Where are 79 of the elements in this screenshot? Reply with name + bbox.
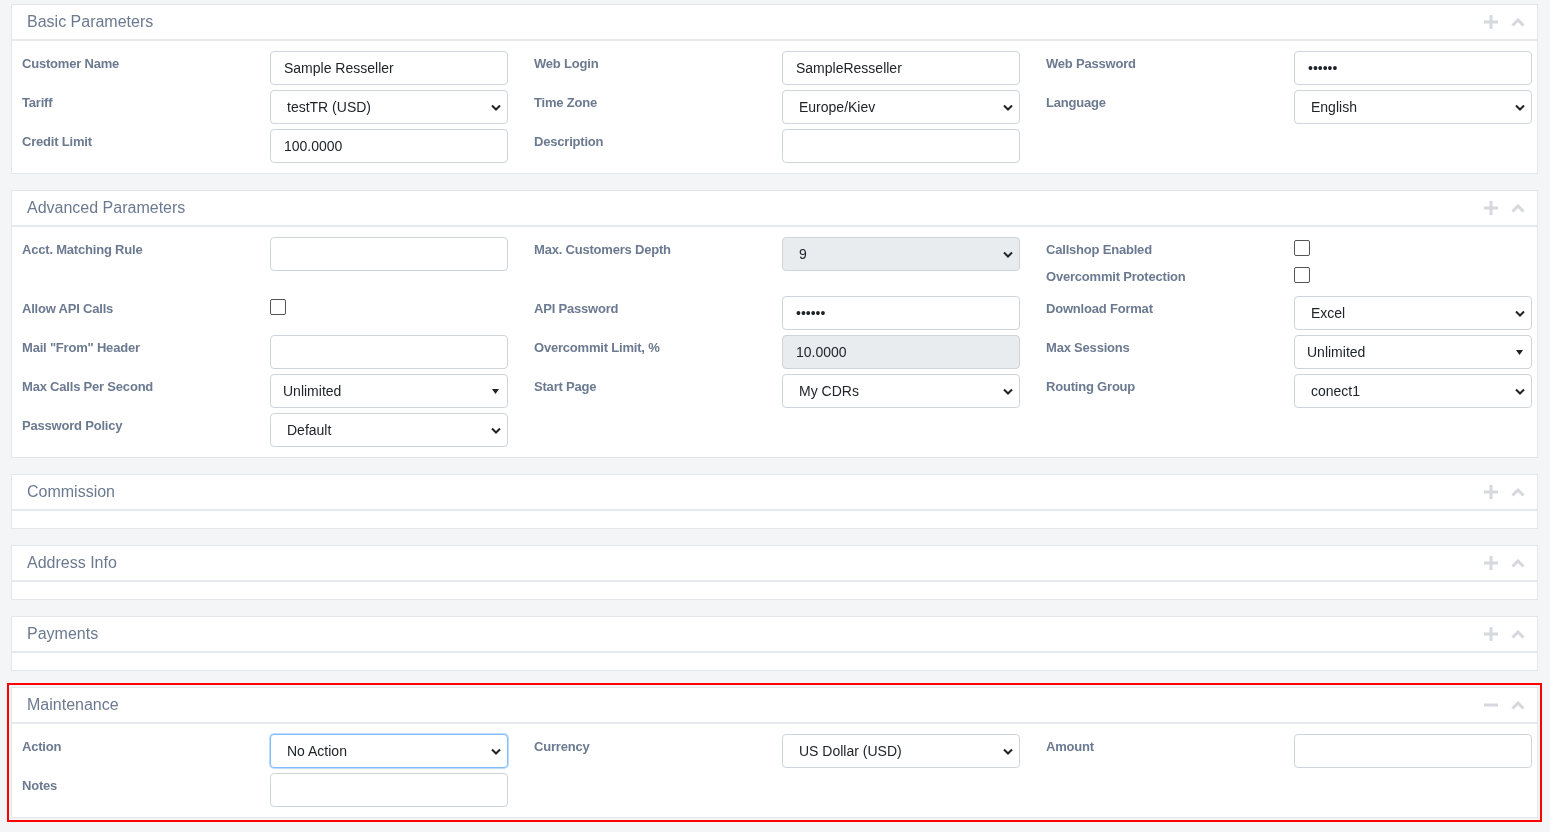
password-field[interactable]: •••••• <box>782 296 1020 330</box>
field-label: Download Format <box>1046 300 1154 318</box>
field-label: Overcommit Protection <box>1046 268 1187 286</box>
field-label: Description <box>534 133 605 151</box>
chevron-down-icon <box>491 426 501 434</box>
field-label: Web Login <box>534 55 600 73</box>
chevron-up-icon[interactable] <box>1511 558 1525 568</box>
field-label: Max. Customers Depth <box>534 241 672 259</box>
dropdown[interactable]: Unlimited <box>270 374 508 408</box>
field-label: Allow API Calls <box>22 300 115 318</box>
dropdown[interactable]: English <box>1294 90 1532 124</box>
plus-icon[interactable] <box>1484 201 1498 215</box>
panel-title: Basic Parameters <box>27 12 154 32</box>
field-label: Max Calls Per Second <box>22 378 155 396</box>
checkbox[interactable] <box>270 299 286 315</box>
chevron-down-icon <box>491 747 501 755</box>
chevron-up-icon[interactable] <box>1511 487 1525 497</box>
caret-icon <box>1516 349 1523 355</box>
plus-icon[interactable] <box>1484 15 1498 29</box>
panel-title: Commission <box>27 482 115 502</box>
field-label: Callshop Enabled <box>1046 241 1153 259</box>
field-label: Notes <box>22 777 59 795</box>
input-field[interactable] <box>782 129 1020 163</box>
field-label: Overcommit Limit, % <box>534 339 661 357</box>
chevron-down-icon <box>1003 747 1013 755</box>
field-label: API Password <box>534 300 620 318</box>
chevron-up-icon[interactable] <box>1511 203 1525 213</box>
chevron-up-icon[interactable] <box>1511 629 1525 639</box>
chevron-up-icon[interactable] <box>1511 17 1525 27</box>
password-field[interactable]: •••••• <box>1294 51 1532 85</box>
chevron-down-icon <box>1515 387 1525 395</box>
plus-icon[interactable] <box>1484 485 1498 499</box>
field-label: Action <box>22 738 63 756</box>
chevron-down-icon <box>1003 103 1013 111</box>
chevron-down-icon <box>1515 309 1525 317</box>
field-label: Tariff <box>22 94 54 112</box>
field-label: Time Zone <box>534 94 598 112</box>
checkbox[interactable] <box>1294 240 1310 256</box>
dropdown[interactable]: My CDRs <box>782 374 1020 408</box>
dropdown[interactable]: conect1 <box>1294 374 1532 408</box>
field-label: Web Password <box>1046 55 1137 73</box>
panel-title: Payments <box>27 624 99 644</box>
field-label: Max Sessions <box>1046 339 1131 357</box>
field-label: Customer Name <box>22 55 121 73</box>
panel-title: Advanced Parameters <box>27 198 186 218</box>
field-label: Acct. Matching Rule <box>22 241 144 259</box>
field-label: Credit Limit <box>22 133 93 151</box>
input-field[interactable] <box>270 773 508 807</box>
plus-icon[interactable] <box>1484 627 1498 641</box>
dropdown[interactable]: testTR (USD) <box>270 90 508 124</box>
field-label: Currency <box>534 738 591 756</box>
input-field[interactable] <box>270 237 508 271</box>
field-label: Start Page <box>534 378 598 396</box>
field-label: Password Policy <box>22 417 124 435</box>
input-field[interactable]: Sample Resseller <box>270 51 508 85</box>
caret-icon <box>492 388 499 394</box>
input-field[interactable]: 100.0000 <box>270 129 508 163</box>
dropdown[interactable]: No Action <box>270 734 508 768</box>
chevron-down-icon <box>1515 103 1525 111</box>
field-label: Amount <box>1046 738 1095 756</box>
chevron-down-icon <box>1003 250 1013 258</box>
dropdown[interactable]: Unlimited <box>1294 335 1532 369</box>
chevron-down-icon <box>1003 387 1013 395</box>
field-label: Routing Group <box>1046 378 1137 396</box>
dropdown[interactable]: US Dollar (USD) <box>782 734 1020 768</box>
input-field[interactable] <box>1294 734 1532 768</box>
dropdown[interactable]: Europe/Kiev <box>782 90 1020 124</box>
chevron-down-icon <box>491 103 501 111</box>
plus-icon[interactable] <box>1484 556 1498 570</box>
field-label: Mail "From" Header <box>22 339 141 357</box>
dropdown[interactable]: Excel <box>1294 296 1532 330</box>
panel-title: Maintenance <box>27 695 119 715</box>
chevron-up-icon[interactable] <box>1511 700 1525 710</box>
input-field[interactable]: SampleResseller <box>782 51 1020 85</box>
dropdown[interactable]: Default <box>270 413 508 447</box>
input-field[interactable] <box>270 335 508 369</box>
checkbox[interactable] <box>1294 267 1310 283</box>
panel-title: Address Info <box>27 553 117 573</box>
field-label: Language <box>1046 94 1107 112</box>
